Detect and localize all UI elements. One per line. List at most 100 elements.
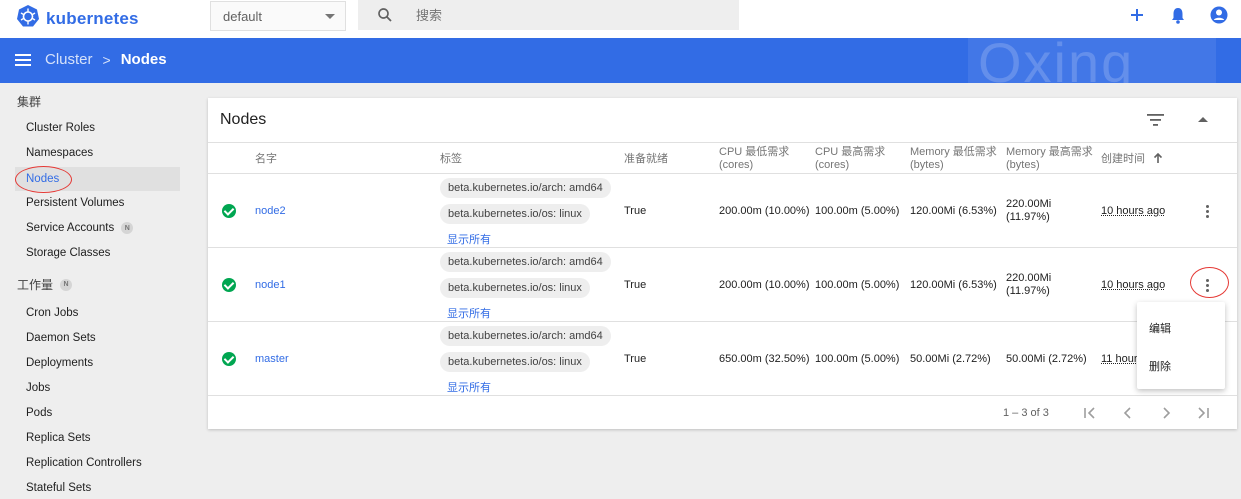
cpu-limits-cell: 100.00m (5.00%) [815,353,900,365]
ready-cell: True [624,205,647,217]
search-icon [378,8,392,22]
row-context-menu: 编辑 删除 [1137,302,1225,389]
hamburger-menu-icon[interactable] [15,53,31,72]
menu-item-delete[interactable]: 删除 [1149,358,1171,374]
label-chip: beta.kubernetes.io/arch: amd64 [440,178,611,198]
search-bar[interactable] [358,0,739,30]
header-labels: 标签 [440,153,462,165]
first-page-icon[interactable] [1082,405,1098,421]
breadcrumb-bar: Cluster > Nodes Oxing [0,38,1241,83]
show-all-link[interactable]: 显示所有 [447,231,491,247]
top-toolbar: kubernetes default [0,0,1241,38]
sidebar-item-label: Service Accounts [26,222,115,234]
menu-item-edit[interactable]: 编辑 [1149,320,1171,336]
memory-limits-cell: 220.00Mi (11.97%) [1006,198,1051,224]
sidebar-heading-cluster: 集群 [17,95,42,109]
table-row: master beta.kubernetes.io/arch: amd64 be… [208,322,1237,396]
sidebar-item-nodes[interactable]: Nodes [15,167,180,191]
new-badge: N [60,278,73,291]
breadcrumb-current: Nodes [120,51,167,68]
node-name-link[interactable]: node1 [255,279,286,291]
ready-cell: True [624,353,647,365]
header-label: 创建时间 [1101,153,1145,165]
collapse-icon[interactable] [1198,116,1208,122]
node-name-link[interactable]: master [255,353,289,365]
nodes-card: Nodes 名字 标签 准备就绪 CPU 最低需求 (cores) CPU 最高需… [208,98,1237,429]
header-cpu-limits: CPU 最高需求 (cores) [815,146,885,172]
sidebar-heading-label: 工作量 [17,278,54,292]
search-input[interactable] [416,5,716,25]
more-vert-icon[interactable] [1206,205,1210,220]
show-all-link[interactable]: 显示所有 [447,305,491,321]
header-memory-requests: Memory 最低需求 (bytes) [910,146,997,172]
node-name-link[interactable]: node2 [255,205,286,217]
sidebar-item-replication-controllers[interactable]: Replication Controllers [26,457,142,469]
filter-icon[interactable] [1147,113,1164,127]
label-chip: beta.kubernetes.io/os: linux [440,278,590,298]
last-page-icon[interactable] [1195,405,1211,421]
brand[interactable]: kubernetes [16,4,139,33]
cpu-limits-cell: 100.00m (5.00%) [815,205,900,217]
watermark: Oxing [968,38,1216,83]
sidebar-item-storage-classes[interactable]: Storage Classes [26,247,110,259]
header-name[interactable]: 名字 [255,153,277,166]
memory-requests-cell: 120.00Mi (6.53%) [910,205,997,217]
table-row: node2 beta.kubernetes.io/arch: amd64 bet… [208,174,1237,248]
breadcrumb-cluster-link[interactable]: Cluster [45,51,93,68]
label-chip: beta.kubernetes.io/arch: amd64 [440,326,611,346]
memory-limits-cell: 220.00Mi (11.97%) [1006,272,1051,298]
header-unit: (cores) [719,159,754,171]
sidebar-item-replica-sets[interactable]: Replica Sets [26,432,91,444]
ready-cell: True [624,279,647,291]
sidebar-item-label: Nodes [26,173,60,185]
value-line: 220.00Mi [1006,272,1052,284]
namespace-select[interactable]: default [210,1,346,31]
account-circle-icon[interactable] [1209,5,1229,25]
more-vert-icon[interactable] [1206,279,1210,294]
header-unit: (bytes) [1006,159,1040,171]
cpu-requests-cell: 200.00m (10.00%) [719,279,810,291]
memory-requests-cell: 120.00Mi (6.53%) [910,279,997,291]
cpu-requests-cell: 200.00m (10.00%) [719,205,810,217]
sidebar-item-stateful-sets[interactable]: Stateful Sets [26,482,91,494]
brand-name: kubernetes [46,8,139,28]
sidebar-heading-workloads[interactable]: 工作量 N [17,276,73,293]
previous-page-icon[interactable] [1120,405,1136,421]
show-all-link[interactable]: 显示所有 [447,379,491,395]
kubernetes-logo-icon [16,4,40,33]
header-ready: 准备就绪 [624,153,668,165]
next-page-icon[interactable] [1158,405,1174,421]
table-row: node1 beta.kubernetes.io/arch: amd64 bet… [208,248,1237,322]
memory-limits-cell: 50.00Mi (2.72%) [1006,353,1087,365]
new-badge: N [121,222,134,234]
notifications-bell-icon[interactable] [1168,5,1188,25]
created-cell: 10 hours ago [1101,279,1166,291]
sidebar-item-cluster-roles[interactable]: Cluster Roles [26,122,95,134]
sidebar-item-daemon-sets[interactable]: Daemon Sets [26,332,96,344]
sidebar-item-namespaces[interactable]: Namespaces [26,147,93,159]
header-created[interactable]: 创建时间 [1101,152,1163,166]
sidebar-item-persistent-volumes[interactable]: Persistent Volumes [26,197,124,209]
cpu-requests-cell: 650.00m (32.50%) [719,353,810,365]
header-line: CPU 最高需求 [815,146,886,158]
sidebar-item-deployments[interactable]: Deployments [26,357,93,369]
header-line: CPU 最低需求 [719,146,790,158]
check-circle-icon [222,352,236,366]
add-icon[interactable] [1127,5,1147,25]
header-line: Memory 最高需求 [1006,146,1093,158]
watermark-text: Oxing [978,38,1135,83]
pagination-range: 1 – 3 of 3 [1003,407,1049,419]
pagination: 1 – 3 of 3 [208,398,1237,429]
sidebar-item-pods[interactable]: Pods [26,407,52,419]
sidebar-item-cron-jobs[interactable]: Cron Jobs [26,307,78,319]
sidebar-item-jobs[interactable]: Jobs [26,382,50,394]
chevron-right-icon: > [102,51,111,68]
sidebar-item-service-accounts[interactable]: Service Accounts N [26,222,134,234]
breadcrumb: Cluster > Nodes [45,51,167,68]
caret-down-icon [325,14,335,19]
header-line: Memory 最低需求 [910,146,997,158]
value-line: (11.97%) [1006,285,1050,297]
cpu-limits-cell: 100.00m (5.00%) [815,279,900,291]
table-header: 名字 标签 准备就绪 CPU 最低需求 (cores) CPU 最高需求 (core… [208,142,1237,174]
label-chip: beta.kubernetes.io/os: linux [440,352,590,372]
